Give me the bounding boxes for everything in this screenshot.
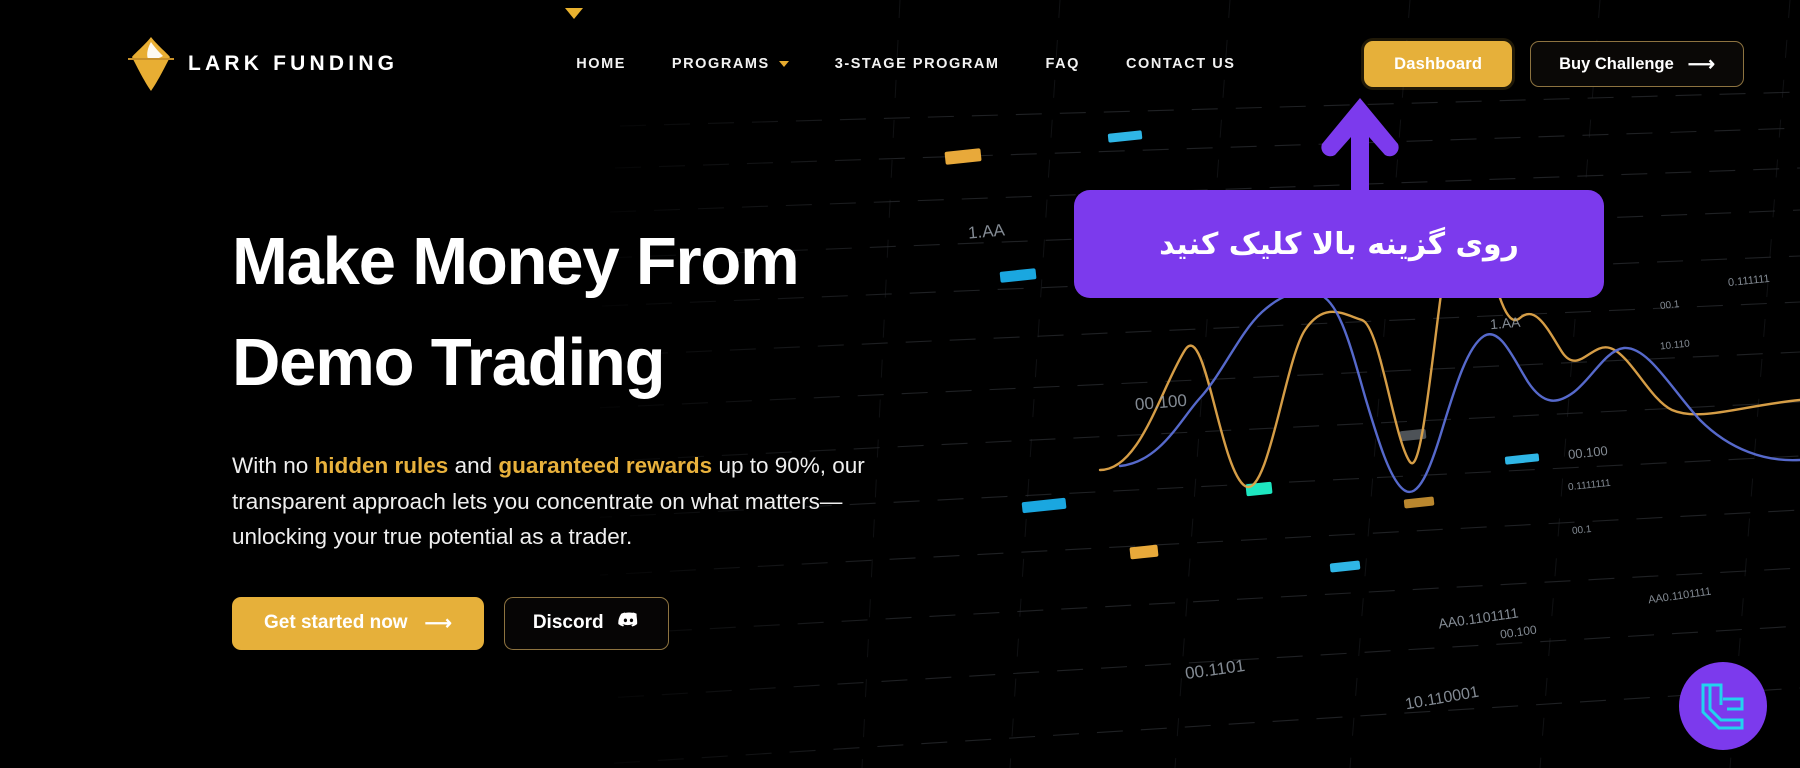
hero-section: Make Money From Demo Trading With no hid… [232, 212, 952, 650]
brand-logo[interactable]: LARK FUNDING [128, 35, 398, 93]
hero-sub-emphasis-2: guaranteed rewards [498, 453, 713, 478]
arrow-right-icon: ⟶ [424, 612, 452, 634]
page-title: Make Money From Demo Trading [232, 212, 952, 413]
hero-cta-group: Get started now ⟶ Discord [232, 596, 952, 650]
nav-item-label: PROGRAMS [671, 56, 770, 72]
get-started-button[interactable]: Get started now ⟶ [232, 596, 484, 650]
discord-button[interactable]: Discord [503, 596, 669, 650]
get-started-label: Get started now [264, 612, 408, 634]
nav-item-label: CONTACT US [1125, 56, 1236, 72]
hero-title-line-2: Demo Trading [232, 324, 666, 400]
buy-challenge-button[interactable]: Buy Challenge ⟶ [1530, 41, 1744, 87]
lark-diamond-icon [128, 35, 174, 93]
main-navigation: HOME PROGRAMS 3-STAGE PROGRAM FAQ CONTAC… [576, 56, 1235, 72]
brand-name: LARK FUNDING [188, 52, 399, 75]
hero-sub-pre: With no [232, 453, 315, 478]
hero-sub-mid: and [448, 453, 499, 478]
hero-subtitle: With no hidden rules and guaranteed rewa… [232, 448, 932, 555]
nav-item-3-stage-program[interactable]: 3-STAGE PROGRAM [835, 56, 1000, 72]
nav-item-label: FAQ [1045, 56, 1080, 72]
arrow-right-icon: ⟶ [1687, 53, 1715, 75]
header-actions: Dashboard Buy Challenge ⟶ [1364, 41, 1744, 87]
nav-item-programs[interactable]: PROGRAMS [672, 56, 789, 72]
dashboard-button[interactable]: Dashboard [1364, 41, 1513, 87]
lc-monogram-widget-button[interactable] [1679, 662, 1767, 750]
discord-label: Discord [532, 612, 604, 634]
nav-item-home[interactable]: HOME [576, 56, 626, 72]
discord-icon [617, 612, 640, 635]
site-header: LARK FUNDING HOME PROGRAMS 3-STAGE PROGR… [0, 0, 1800, 128]
chevron-down-icon [778, 61, 789, 67]
annotation-arrow-up-icon [1312, 92, 1408, 207]
lc-monogram-icon [1701, 683, 1744, 730]
nav-item-label: 3-STAGE PROGRAM [834, 56, 1000, 72]
hero-title-line-1: Make Money From [232, 224, 800, 299]
nav-item-contact-us[interactable]: CONTACT US [1126, 56, 1235, 72]
nav-item-label: HOME [576, 56, 626, 72]
annotation-text: روی گزینه بالا کلیک کنید [1159, 226, 1519, 262]
hero-sub-emphasis-1: hidden rules [314, 453, 449, 478]
page-top-marker-icon [565, 8, 583, 19]
buy-challenge-label: Buy Challenge [1559, 54, 1674, 73]
nav-item-faq[interactable]: FAQ [1046, 56, 1080, 72]
